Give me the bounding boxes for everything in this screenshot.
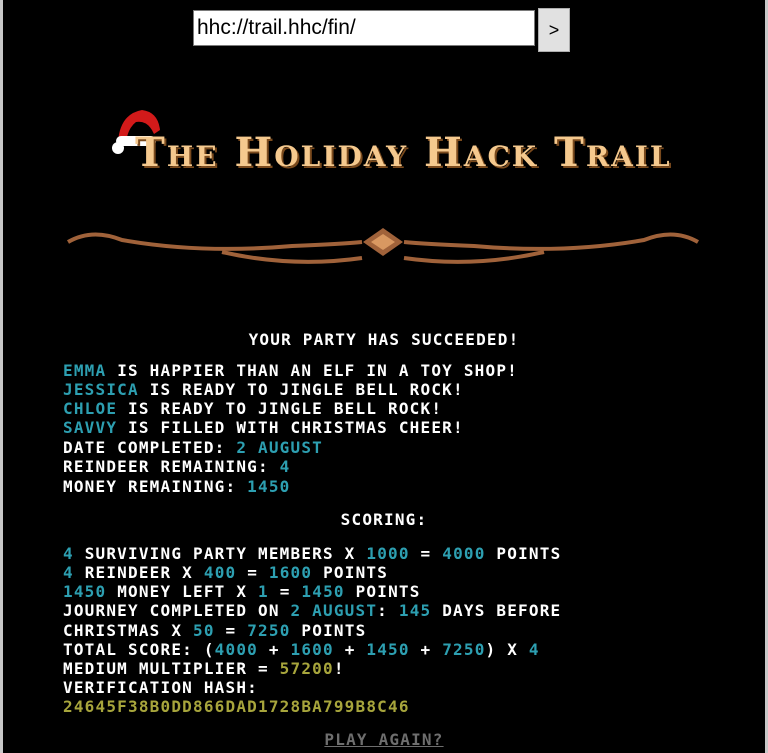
date-completed: Date completed: 2 August	[63, 438, 323, 457]
v: 1450	[301, 582, 345, 601]
value: 1450	[247, 477, 291, 496]
t: points	[323, 563, 389, 582]
t: points	[496, 544, 562, 563]
v: 7250	[247, 621, 291, 640]
v: 4000	[214, 640, 259, 659]
label: Reindeer remaining:	[63, 457, 269, 476]
label: Money remaining:	[63, 477, 237, 496]
v: 4	[63, 563, 74, 582]
v: 4	[63, 544, 74, 563]
value: 2 August	[236, 438, 324, 457]
ornament-divider-icon	[66, 228, 700, 264]
v: 1600	[290, 640, 334, 659]
v: 1600	[268, 563, 313, 582]
t: Christmas x	[63, 621, 183, 640]
member-name: Jessica	[63, 380, 139, 399]
score-members-line: 4 surviving party members x 1000 = 4000 …	[63, 544, 561, 563]
v: 4	[528, 640, 540, 659]
score-reindeer-line: 4 reindeer x 400 = 1600 points	[63, 563, 388, 582]
member-name: Chloe	[63, 399, 118, 418]
v: 145	[398, 601, 432, 620]
final-score: 57200	[279, 659, 334, 678]
score-money-line: 1450 money left x 1 = 1450 points	[63, 582, 421, 601]
result-message: Your party has succeeded!	[248, 330, 520, 349]
v: 2 August	[290, 601, 378, 620]
v: 400	[203, 563, 237, 582]
t: Total score:	[63, 640, 193, 659]
value: 4	[279, 457, 291, 476]
t: points	[355, 582, 421, 601]
v: 1450	[63, 582, 107, 601]
label: Date completed:	[63, 438, 226, 457]
v: 4000	[442, 544, 486, 563]
t: journey completed on	[63, 601, 280, 620]
t: money left x	[117, 582, 248, 601]
t: days before	[442, 601, 562, 620]
party-member-4: Savvy is filled with Christmas cheer!	[63, 418, 464, 437]
money-remaining: Money remaining: 1450	[63, 477, 291, 496]
t: =	[247, 563, 259, 582]
member-name: Emma	[63, 361, 107, 380]
score-total-line: Total score: (4000 + 1600 + 1450 + 7250)…	[63, 640, 540, 659]
score-christmas-line: Christmas x 50 = 7250 points	[63, 621, 366, 640]
member-status: is happier than an elf in a toy shop!	[117, 361, 519, 380]
scoring-header: Scoring:	[340, 510, 428, 529]
t: Medium multiplier =	[63, 659, 269, 678]
t: surviving party members x	[84, 544, 356, 563]
member-status: is filled with Christmas cheer!	[128, 418, 464, 437]
party-member-1: Emma is happier than an elf in a toy sho…	[63, 361, 518, 380]
hash-label: Verification hash:	[63, 678, 258, 697]
party-member-2: Jessica is ready to jingle bell rock!	[63, 380, 464, 399]
v: 1	[258, 582, 269, 601]
member-name: Savvy	[63, 418, 118, 437]
t: points	[301, 621, 367, 640]
party-member-3: Chloe is ready to jingle bell rock!	[63, 399, 442, 418]
game-title: The Holiday Hack Trail	[135, 129, 672, 176]
v: 50	[193, 621, 215, 640]
window-border-left	[0, 0, 3, 753]
play-again-link[interactable]: Play again?	[0, 730, 768, 749]
t: =	[225, 621, 237, 640]
url-input[interactable]: hhc://trail.hhc/fin/	[193, 10, 535, 46]
t: :	[377, 601, 389, 620]
t: reindeer x	[84, 563, 194, 582]
v: 1000	[366, 544, 410, 563]
t: =	[420, 544, 432, 563]
score-multiplier-line: Medium multiplier = 57200!	[63, 659, 345, 678]
reindeer-remaining: Reindeer remaining: 4	[63, 457, 291, 476]
go-button[interactable]: >	[538, 8, 570, 52]
v: 1450	[366, 640, 410, 659]
verification-hash: 24645F38B0DD866DAD1728BA799B8C46	[63, 697, 410, 716]
member-status: is ready to jingle bell rock!	[128, 399, 443, 418]
score-journey-line: journey completed on 2 August: 145 days …	[63, 601, 561, 620]
v: 7250	[442, 640, 486, 659]
member-status: is ready to jingle bell rock!	[149, 380, 464, 399]
t: =	[279, 582, 291, 601]
